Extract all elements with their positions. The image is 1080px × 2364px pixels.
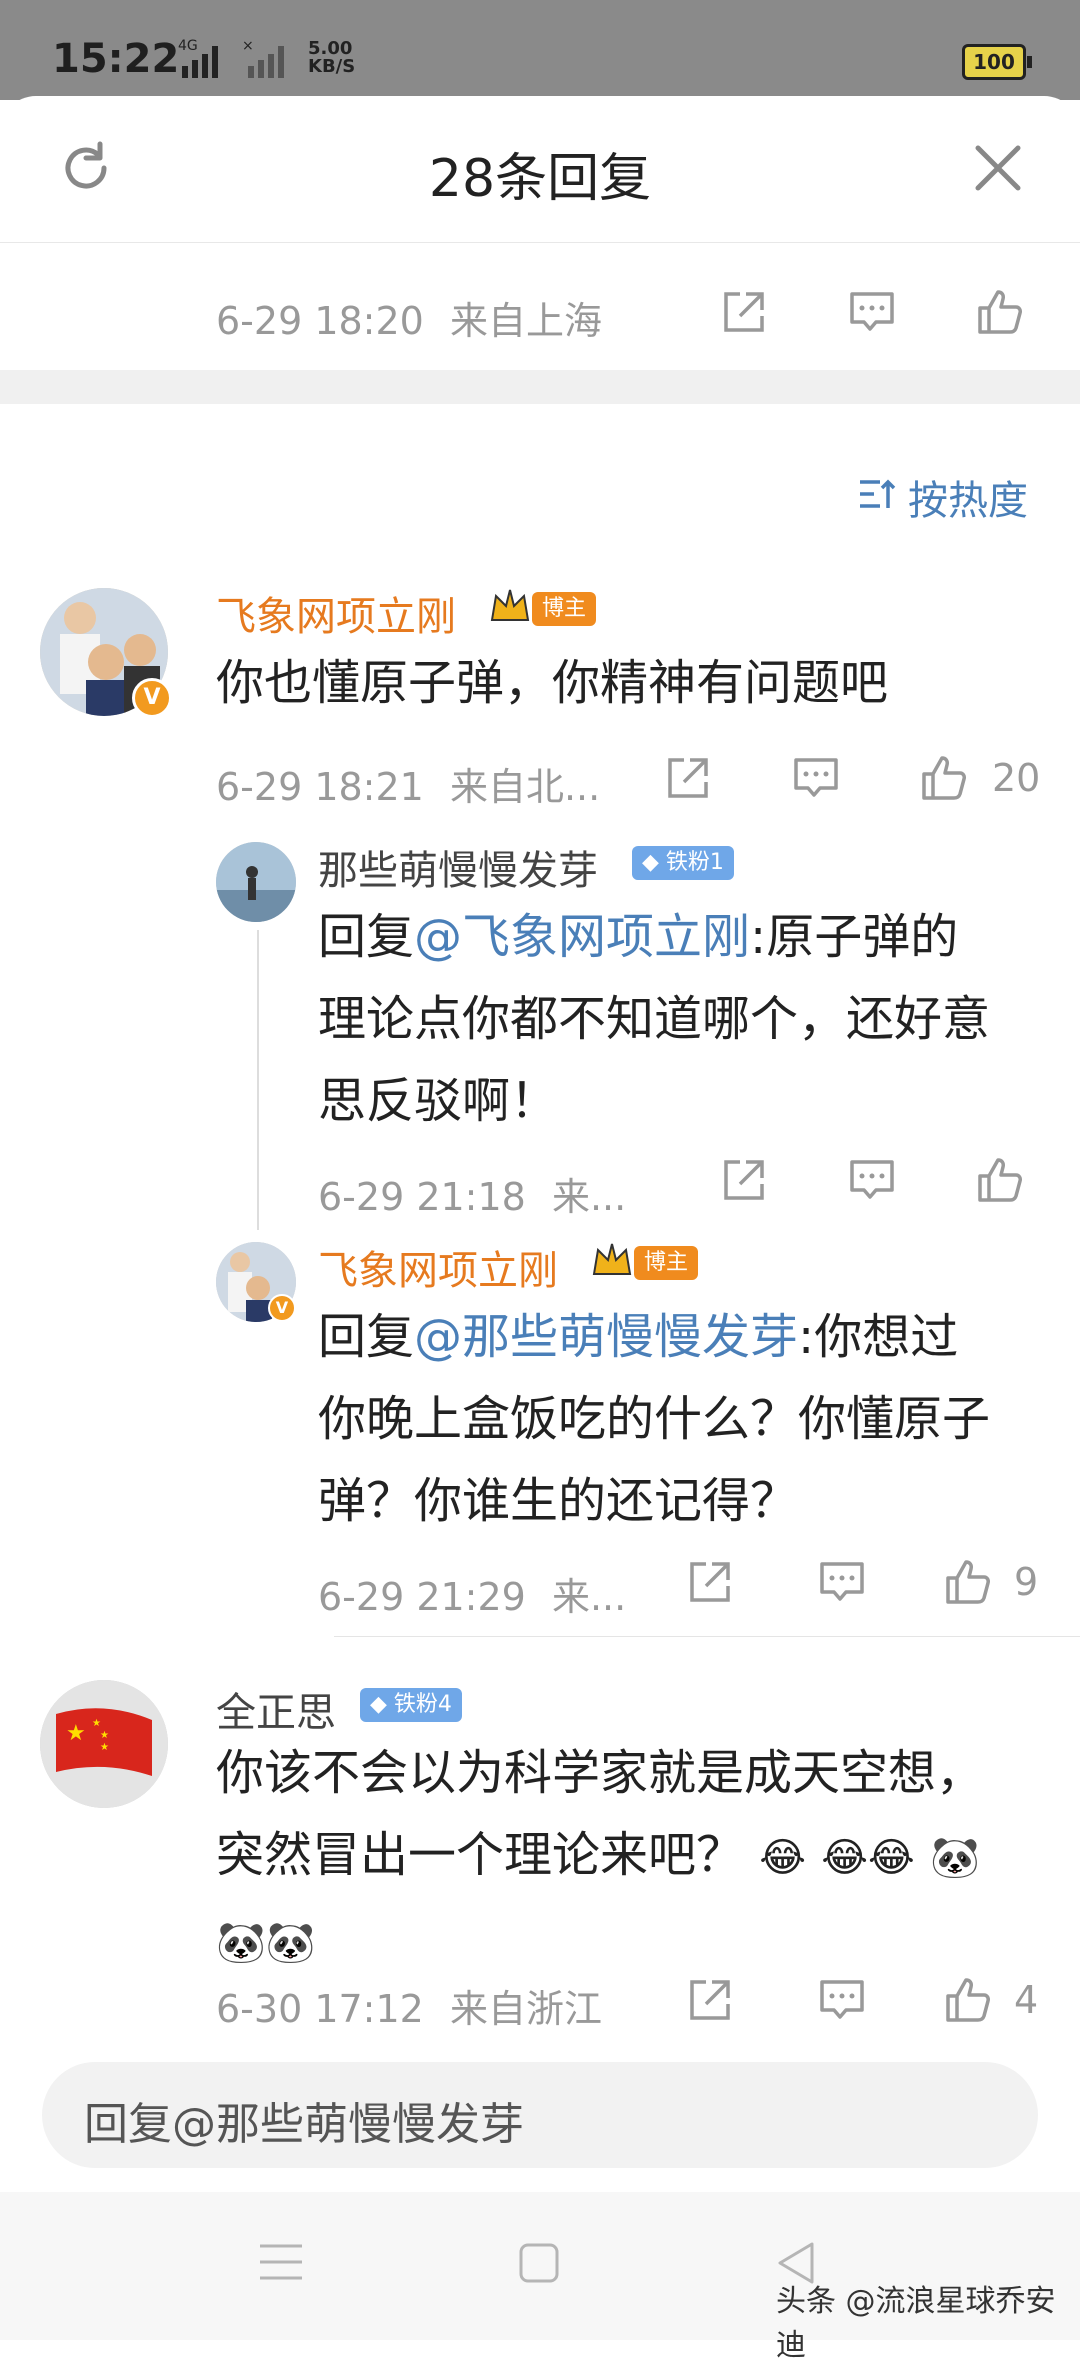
reply-meta: 6-29 21:18 来...	[318, 1166, 626, 1221]
thread-line	[257, 930, 259, 1230]
share-icon[interactable]	[684, 1556, 736, 1608]
comment-time: 6-29 18:21	[216, 765, 424, 809]
reply-line: 弹？你谁生的还记得？	[318, 1473, 799, 1529]
svg-text:★: ★	[100, 1730, 109, 1741]
reply-prefix: 回复	[318, 1309, 415, 1365]
share-icon[interactable]	[684, 1974, 736, 2026]
svg-text:★: ★	[92, 1718, 101, 1729]
svg-text:×: ×	[242, 38, 254, 54]
reply-line: 思反驳啊！	[318, 1073, 559, 1129]
crown-icon	[592, 1243, 632, 1275]
reply-line: 理论点你都不知道哪个，还好意	[318, 991, 991, 1047]
like-count: 4	[1014, 1978, 1039, 2022]
share-icon[interactable]	[662, 752, 714, 804]
comment-meta: 6-30 17:12 来自浙江	[216, 1978, 602, 2033]
comment-author[interactable]: 飞象网项立刚	[216, 584, 456, 642]
like-icon[interactable]	[918, 752, 970, 804]
reply-time: 6-29 21:29	[318, 1575, 526, 1619]
verified-badge-icon: V	[268, 1294, 296, 1322]
mention-link[interactable]: @那些萌慢慢发芽	[414, 1309, 798, 1365]
root-post-meta: 6-29 18:20 来自上海	[216, 290, 602, 345]
reply-line: 你晚上盒饭吃的什么？你懂原子	[318, 1391, 991, 1447]
root-post-location: 来自上海	[449, 299, 602, 343]
verified-badge-icon: V	[132, 678, 172, 718]
reply-location: 来...	[551, 1575, 627, 1619]
status-bar: 15:22 4G × 5.00 KB/S 100	[0, 0, 1080, 100]
svg-text:★: ★	[100, 1742, 109, 1753]
reply-line: :你想过	[798, 1309, 959, 1365]
comment-icon[interactable]	[816, 1974, 868, 2026]
panda-emoji-icon: 🐼🐼	[216, 1920, 316, 1966]
svg-text:★: ★	[66, 1721, 86, 1746]
avatar[interactable]	[216, 842, 296, 922]
network-speed: 5.00 KB/S	[308, 40, 355, 76]
like-count: 20	[992, 756, 1041, 800]
page-title: 28条回复	[428, 149, 652, 209]
reply-author[interactable]: 那些萌慢慢发芽	[318, 838, 598, 896]
comment-author[interactable]: 全正思	[216, 1680, 336, 1738]
laugh-cry-emoji-icon: 😂	[759, 1835, 807, 1881]
close-icon[interactable]	[968, 138, 1028, 198]
laugh-cry-emoji-icon: 😂😂	[821, 1835, 915, 1881]
signal-icon: 4G ×	[178, 38, 284, 78]
like-count: 9	[1014, 1560, 1039, 1604]
like-icon[interactable]	[942, 1556, 994, 1608]
reply-location: 来...	[551, 1175, 627, 1219]
crown-icon	[490, 589, 530, 621]
fan-badge-label: 铁粉1	[665, 850, 724, 875]
reply-author[interactable]: 飞象网项立刚	[318, 1238, 558, 1296]
sort-label: 按热度	[908, 478, 1028, 524]
reply-time: 6-29 21:18	[318, 1175, 526, 1219]
comment-meta: 6-29 18:21 来自北...	[216, 756, 600, 811]
comment-time: 6-30 17:12	[216, 1987, 424, 2031]
like-icon[interactable]	[974, 1154, 1026, 1206]
sort-icon	[860, 479, 896, 508]
reply-text: 回复@飞象网项立刚:原子弹的 理论点你都不知道哪个，还好意 思反驳啊！	[318, 896, 1038, 1142]
avatar[interactable]: ★ ★ ★ ★	[40, 1680, 168, 1808]
network-label: 4G	[178, 38, 198, 54]
blogger-badge: 博主	[634, 1246, 699, 1280]
fan-badge: ◆ 铁粉1	[632, 846, 734, 880]
like-icon[interactable]	[942, 1974, 994, 2026]
panda-emoji-icon: 🐼	[930, 1835, 980, 1881]
comment-icon[interactable]	[846, 286, 898, 338]
reply-prefix: 回复	[318, 909, 415, 965]
like-icon[interactable]	[974, 286, 1026, 338]
home-icon[interactable]	[518, 2242, 560, 2284]
comment-divider	[334, 1636, 1080, 1637]
share-icon[interactable]	[718, 1154, 770, 1206]
comment-location: 来自北...	[449, 765, 601, 809]
fan-badge-label: 铁粉4	[393, 1692, 452, 1717]
watermark: 头条 @流浪星球乔安迪	[776, 2284, 1056, 2363]
fan-badge: ◆ 铁粉4	[360, 1688, 462, 1722]
blogger-badge: 博主	[532, 592, 597, 626]
share-icon[interactable]	[718, 286, 770, 338]
menu-icon[interactable]	[258, 2242, 304, 2282]
comment-icon[interactable]	[790, 752, 842, 804]
comment-text: 你也懂原子弹，你精神有问题吧	[216, 655, 889, 711]
reply-line: :原子弹的	[750, 909, 959, 965]
comment-location: 来自浙江	[449, 1987, 602, 2031]
comment-line: 突然冒出一个理论来吧？	[216, 1827, 745, 1883]
battery-icon: 100	[962, 44, 1032, 80]
status-time: 15:22	[52, 36, 180, 82]
reply-text: 回复@那些萌慢慢发芽:你想过 你晚上盒饭吃的什么？你懂原子 弹？你谁生的还记得？	[318, 1296, 1038, 1542]
reply-input-placeholder: 回复@那些萌慢慢发芽	[84, 2099, 524, 2150]
comment-text: 你该不会以为科学家就是成天空想， 突然冒出一个理论来吧？ 😂 😂😂 🐼 🐼🐼	[216, 1732, 1056, 1984]
reply-meta: 6-29 21:29 来...	[318, 1566, 626, 1621]
comment-line: 你该不会以为科学家就是成天空想，	[216, 1745, 985, 1801]
root-post-time: 6-29 18:20	[216, 299, 424, 343]
mention-link[interactable]: @飞象网项立刚	[414, 909, 750, 965]
comment-icon[interactable]	[816, 1556, 868, 1608]
speed-unit: KB/S	[308, 56, 356, 77]
section-divider	[0, 370, 1080, 404]
comment-icon[interactable]	[846, 1154, 898, 1206]
